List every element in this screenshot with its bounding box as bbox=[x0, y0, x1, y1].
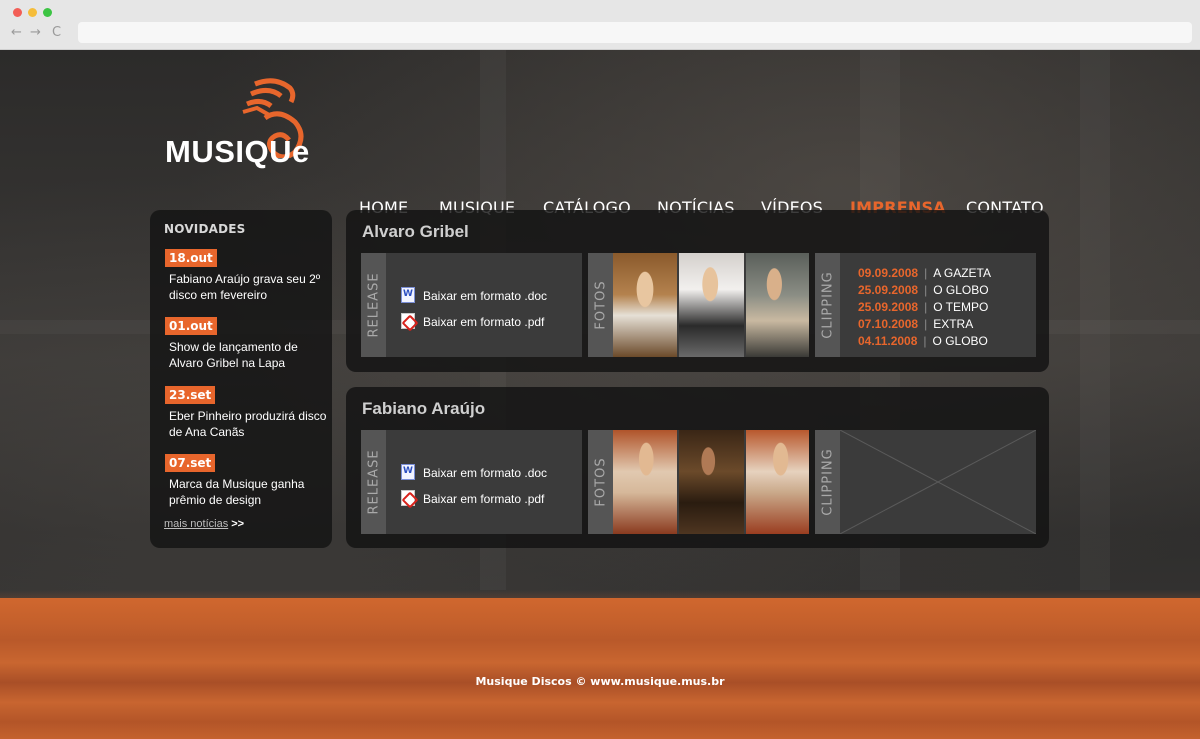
reload-icon[interactable]: C bbox=[52, 25, 61, 41]
news-item[interactable]: 18.out Fabiano Araújo grava seu 2º disco… bbox=[165, 247, 329, 303]
artist-photo[interactable] bbox=[613, 430, 677, 534]
download-pdf-link[interactable]: Baixar em formato .pdf bbox=[401, 313, 544, 329]
news-item[interactable]: 23.set Eber Pinheiro produzirá disco de … bbox=[165, 384, 329, 440]
download-doc-link[interactable]: Baixar em formato .doc bbox=[401, 287, 547, 303]
artist-photo[interactable] bbox=[679, 430, 744, 534]
pdf-icon bbox=[401, 490, 415, 506]
news-date: 18.out bbox=[165, 249, 217, 267]
address-bar[interactable] bbox=[78, 22, 1192, 43]
page-background: MUSIQUe HOME MUSIQUE CATÁLOGO NOTÍCIAS V… bbox=[0, 50, 1200, 739]
artist-photo[interactable] bbox=[746, 253, 809, 357]
news-text[interactable]: Fabiano Araújo grava seu 2º disco em fev… bbox=[169, 271, 329, 303]
news-text[interactable]: Marca da Musique ganha prêmio de design bbox=[169, 476, 329, 508]
maximize-window-dot[interactable] bbox=[43, 8, 52, 17]
orange-footer-band bbox=[0, 598, 1200, 739]
release-box: RELEASE Baixar em formato .doc Baixar em… bbox=[361, 430, 582, 534]
artist-photo[interactable] bbox=[746, 430, 809, 534]
word-doc-icon bbox=[401, 464, 415, 480]
close-window-dot[interactable] bbox=[13, 8, 22, 17]
news-text[interactable]: Show de lançamento de Alvaro Gribel na L… bbox=[169, 339, 329, 371]
browser-chrome: ← → C bbox=[0, 0, 1200, 50]
release-tab: RELEASE bbox=[361, 430, 386, 534]
release-tab: RELEASE bbox=[361, 253, 386, 357]
clipping-box: CLIPPING bbox=[815, 430, 1036, 534]
news-date: 01.out bbox=[165, 317, 217, 335]
release-box: RELEASE Baixar em formato .doc Baixar em… bbox=[361, 253, 582, 357]
artist-panel: Alvaro Gribel RELEASE Baixar em formato … bbox=[346, 210, 1049, 372]
news-item[interactable]: 01.out Show de lançamento de Alvaro Grib… bbox=[165, 315, 329, 371]
download-pdf-link[interactable]: Baixar em formato .pdf bbox=[401, 490, 544, 506]
download-doc-link[interactable]: Baixar em formato .doc bbox=[401, 464, 547, 480]
clipping-tab: CLIPPING bbox=[815, 430, 840, 534]
photos-box: FOTOS bbox=[588, 253, 809, 357]
empty-placeholder-x bbox=[840, 430, 1036, 534]
more-news-link[interactable]: mais notícias >> bbox=[164, 518, 244, 530]
sidebar-title: NOVIDADES bbox=[164, 222, 246, 236]
back-arrow-icon[interactable]: ← bbox=[11, 25, 22, 41]
clipping-entry[interactable]: 25.09.2008 | O GLOBO bbox=[858, 283, 989, 297]
news-sidebar: NOVIDADES 18.out Fabiano Araújo grava se… bbox=[150, 210, 332, 548]
artist-name: Alvaro Gribel bbox=[362, 222, 469, 241]
clipping-tab: CLIPPING bbox=[815, 253, 840, 357]
news-date: 07.set bbox=[165, 454, 216, 472]
forward-arrow-icon[interactable]: → bbox=[30, 25, 41, 41]
logo-wordmark: MUSIQUe bbox=[165, 134, 310, 169]
news-text[interactable]: Eber Pinheiro produzirá disco de Ana Can… bbox=[169, 408, 329, 440]
clipping-entry[interactable]: 09.09.2008 | A GAZETA bbox=[858, 266, 991, 280]
photos-tab: FOTOS bbox=[588, 253, 613, 357]
clipping-entry[interactable]: 25.09.2008 | O TEMPO bbox=[858, 300, 988, 314]
clipping-entry[interactable]: 07.10.2008 | EXTRA bbox=[858, 317, 973, 331]
artist-name: Fabiano Araújo bbox=[362, 399, 486, 418]
clipping-entry[interactable]: 04.11.2008 | O GLOBO bbox=[858, 334, 988, 348]
word-doc-icon bbox=[401, 287, 415, 303]
artist-photo[interactable] bbox=[679, 253, 744, 357]
footer-copyright: Musique Discos © www.musique.mus.br bbox=[475, 675, 725, 688]
artist-panel: Fabiano Araújo RELEASE Baixar em formato… bbox=[346, 387, 1049, 548]
news-item[interactable]: 07.set Marca da Musique ganha prêmio de … bbox=[165, 452, 329, 508]
news-date: 23.set bbox=[165, 386, 216, 404]
artist-photo[interactable] bbox=[613, 253, 677, 357]
photos-tab: FOTOS bbox=[588, 430, 613, 534]
pdf-icon bbox=[401, 313, 415, 329]
photos-box: FOTOS bbox=[588, 430, 809, 534]
clipping-box: CLIPPING 09.09.2008 | A GAZETA 25.09.2008 |… bbox=[815, 253, 1036, 357]
minimize-window-dot[interactable] bbox=[28, 8, 37, 17]
